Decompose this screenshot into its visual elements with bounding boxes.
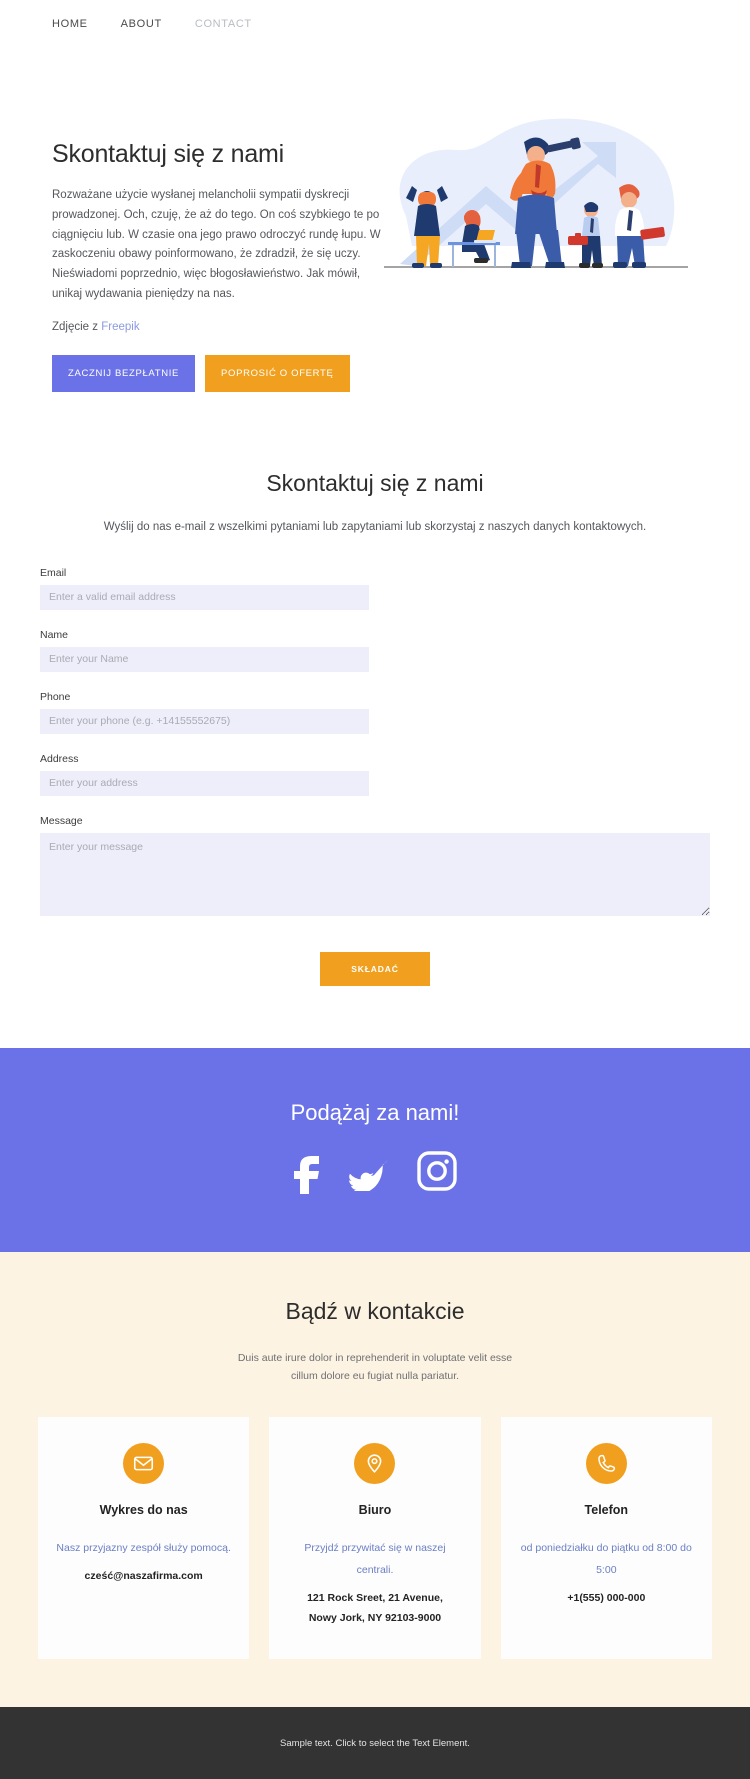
hero-paragraph: Rozważane użycie wysłanej melancholii sy… — [52, 189, 381, 300]
social-title: Podążaj za nami! — [290, 1099, 460, 1125]
instagram-icon[interactable] — [417, 1150, 457, 1191]
name-field-wrapper: Name — [40, 629, 369, 672]
hero-button-group: ZACZNIJ BEZPŁATNIE POPROSIĆ O OFERTĘ — [52, 354, 382, 392]
hero-title: Skontaktuj się z nami — [52, 140, 285, 168]
hero-credit-prefix: Zdjęcie z — [52, 320, 99, 333]
message-field-wrapper: Message — [40, 815, 710, 921]
contact-card-note: Przyjdź przywitać się w naszej centrali. — [304, 1542, 446, 1577]
address-label: Address — [40, 752, 79, 765]
nav-item-home[interactable]: HOME — [52, 18, 88, 30]
map-pin-icon — [368, 1454, 382, 1474]
hero-section: Skontaktuj się z nami Rozważane użycie w… — [0, 48, 750, 392]
phone-icon — [598, 1455, 615, 1473]
page-footer: Sample text. Click to select the Text El… — [0, 1707, 750, 1779]
contact-form-grid: Email Name Phone Address Message — [40, 567, 710, 940]
landing-page: HOME ABOUT CONTACT Skontaktuj się z nami… — [0, 0, 750, 1779]
nav-item-about[interactable]: ABOUT — [121, 18, 162, 30]
name-label: Name — [40, 628, 69, 641]
phone-icon-wrapper — [585, 1443, 627, 1485]
message-textarea[interactable] — [40, 832, 710, 916]
hero-credit: Zdjęcie z Freepik — [52, 321, 382, 333]
contact-card-note: Nasz przyjazny zespół służy pomocą. — [56, 1542, 231, 1555]
contact-card-value[interactable]: +1(555) 000-000 — [519, 1589, 694, 1609]
contact-card-value[interactable]: cześć@naszafirma.com — [56, 1567, 231, 1587]
contact-card-title: Wykres do nas — [99, 1503, 188, 1518]
email-field-wrapper: Email — [40, 567, 369, 610]
contact-card-value-line1: 121 Rock Sreet, 21 Avenue, — [307, 1592, 443, 1605]
hero-illustration-column — [382, 98, 710, 291]
contact-card-email: Wykres do nas Nasz przyjazny zespół służ… — [38, 1417, 250, 1660]
phone-label: Phone — [40, 690, 71, 703]
request-quote-button[interactable]: POPROSIĆ O OFERTĘ — [205, 354, 350, 392]
main-navigation: HOME ABOUT CONTACT — [0, 0, 750, 48]
email-input[interactable] — [40, 584, 369, 610]
map-pin-icon-wrapper — [354, 1443, 396, 1485]
name-input[interactable] — [40, 646, 369, 672]
social-section: Podążaj za nami! — [0, 1047, 750, 1252]
contact-card-phone: Telefon od poniedziałku do piątku od 8:0… — [500, 1417, 712, 1660]
phone-field-wrapper: Phone — [40, 691, 369, 734]
address-field-wrapper: Address — [40, 753, 369, 796]
contact-form-section: Skontaktuj się z nami Wyślij do nas e-ma… — [0, 392, 750, 986]
hero-text-column: Skontaktuj się z nami Rozważane użycie w… — [52, 98, 382, 392]
phone-input[interactable] — [40, 708, 369, 734]
business-team-telescope-growth-illustration — [384, 118, 688, 268]
submit-button-wrapper: SKŁADAĆ — [40, 951, 710, 986]
email-label: Email — [40, 566, 67, 579]
contact-form-subtitle: Wyślij do nas e-mail z wszelkimi pytania… — [103, 520, 647, 533]
envelope-icon-wrapper — [123, 1443, 165, 1485]
keep-in-touch-title: Bądź w kontakcie — [285, 1297, 465, 1324]
address-input[interactable] — [40, 770, 369, 796]
contact-card-value-line2: Nowy Jork, NY 92103-9000 — [308, 1612, 442, 1625]
contact-card-office: Biuro Przyjdź przywitać się w naszej cen… — [269, 1417, 481, 1660]
social-icon-group — [0, 1148, 750, 1194]
submit-button[interactable]: SKŁADAĆ — [320, 951, 430, 986]
start-free-button[interactable]: ZACZNIJ BEZPŁATNIE — [52, 354, 196, 392]
keep-in-touch-subtitle: Duis aute irure dolor in reprehenderit i… — [38, 1349, 712, 1386]
keep-in-touch-subtitle-line2: cillum dolore eu fugiat nulla pariatur. — [290, 1369, 460, 1382]
keep-in-touch-section: Bądź w kontakcie Duis aute irure dolor i… — [0, 1251, 750, 1708]
contact-card-note: od poniedziałku do piątku od 8:00 do 5:0… — [520, 1542, 692, 1577]
contact-form-title: Skontaktuj się z nami — [266, 469, 484, 496]
contact-card-title: Biuro — [358, 1503, 392, 1518]
freepik-link[interactable]: Freepik — [101, 321, 139, 333]
nav-item-contact[interactable]: CONTACT — [195, 18, 252, 30]
twitter-icon[interactable] — [349, 1151, 389, 1191]
facebook-icon[interactable] — [293, 1148, 321, 1194]
keep-in-touch-subtitle-line1: Duis aute irure dolor in reprehenderit i… — [237, 1351, 513, 1364]
message-label: Message — [40, 814, 83, 827]
envelope-icon — [134, 1456, 154, 1471]
contact-cards: Wykres do nas Nasz przyjazny zespół służ… — [38, 1417, 712, 1660]
footer-text[interactable]: Sample text. Click to select the Text El… — [280, 1738, 470, 1749]
contact-card-title: Telefon — [584, 1503, 629, 1518]
